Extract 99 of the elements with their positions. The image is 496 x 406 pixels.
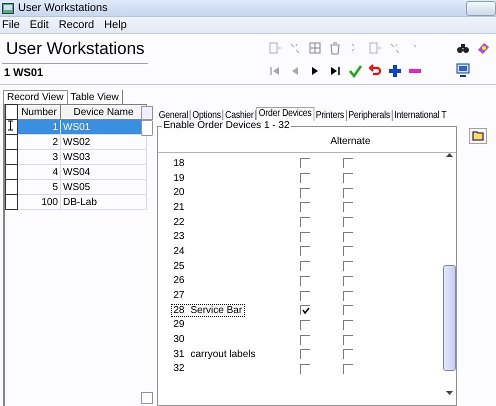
app-icon [2,2,14,14]
checkbox[interactable] [343,349,354,360]
checkbox[interactable] [343,173,354,184]
checkbox[interactable] [300,261,310,272]
scrollbar-thumb[interactable] [141,120,154,136]
trash-icon[interactable] [328,41,342,55]
device-label[interactable]: 19 [172,172,186,184]
checkbox[interactable] [300,290,310,301]
column-header[interactable]: Number [18,104,60,120]
checkbox[interactable] [300,246,310,256]
row-selector[interactable] [6,180,18,194]
page-icon[interactable] [368,41,382,55]
checkbox[interactable] [343,290,354,301]
device-label[interactable]: 29 [172,319,186,330]
checkbox[interactable] [343,232,354,242]
table-cell: WS05 [60,180,146,194]
scroll-down-icon[interactable] [446,391,454,395]
menu-item[interactable]: Edit [30,19,49,31]
group-title: Enable Order Devices 1 - 32 [162,120,291,131]
checkbox[interactable] [300,334,310,345]
checkbox[interactable] [300,320,310,330]
first-record-icon[interactable] [268,64,282,78]
table-cell: 5 [18,180,60,194]
device-label[interactable]: 23 [172,231,186,242]
checkbox[interactable] [343,158,354,168]
check-icon[interactable] [348,64,362,78]
header-corner-cell [6,104,18,120]
checkbox[interactable] [300,217,310,228]
minimize-button[interactable] [466,0,496,16]
checkbox[interactable] [343,217,354,228]
detail-tab[interactable]: International T [392,110,449,121]
device-label[interactable]: 18 [172,158,186,169]
undo-icon[interactable] [368,64,382,78]
table-cell: WS04 [60,164,146,180]
table-cell: 4 [18,164,60,180]
plus-icon[interactable] [388,64,402,78]
checkbox[interactable] [300,276,310,286]
table-cell: DB-Lab [60,194,146,210]
column-header[interactable]: Device Name [60,104,146,120]
table-cell: 3 [18,150,60,164]
detail-tab[interactable]: Peripherals [347,110,393,121]
table-cell: 1 [18,120,60,134]
monitor-icon[interactable] [456,63,470,77]
device-label[interactable]: 27 [172,290,186,302]
checkbox[interactable] [300,305,310,316]
view-tab[interactable]: Record View [3,90,68,104]
checkbox[interactable] [343,246,354,256]
row-selector[interactable] [6,164,18,180]
checkbox[interactable] [343,364,354,374]
row-selector[interactable] [6,120,18,134]
device-label[interactable]: 20 [172,187,186,198]
table-cell: WS03 [60,150,146,164]
binoculars-icon[interactable] [456,41,470,55]
device-label[interactable]: 30 [172,334,186,346]
menu-item[interactable]: Record [58,19,94,31]
device-label[interactable]: 22 [172,216,186,228]
checkbox[interactable] [343,305,354,316]
checkbox[interactable] [343,261,354,272]
device-label[interactable]: 21 [172,202,186,213]
checkbox[interactable] [300,173,310,184]
checkbox[interactable] [343,334,354,345]
detail-tab[interactable]: Printers [314,110,347,121]
row-selector[interactable] [6,134,18,150]
table-cell: 100 [18,194,60,210]
device-label[interactable]: 24 [172,246,186,257]
device-label[interactable]: 28 Service Bar [172,304,244,316]
page-title: User Workstations [6,39,146,60]
checkbox[interactable] [300,202,310,212]
scrollbar-thumb[interactable] [443,265,456,371]
checkbox[interactable] [343,320,354,330]
last-record-icon[interactable] [328,64,342,78]
text-cursor-icon [6,120,15,131]
table-cell: 2 [18,134,60,150]
menu-item[interactable]: Help [104,19,127,31]
checkbox[interactable] [343,188,354,198]
window-title: User Workstations [18,2,109,14]
open-folder-button[interactable] [469,128,488,144]
checkbox[interactable] [300,349,310,360]
checkbox[interactable] [300,232,310,242]
checkbox[interactable] [300,364,310,374]
device-label[interactable]: 25 [172,260,186,272]
scroll-up-icon[interactable] [446,153,454,157]
device-label[interactable]: 31 carryout labels [172,348,258,360]
scroll-down-button[interactable] [141,392,154,404]
checkbox[interactable] [343,276,354,286]
checkbox[interactable] [343,202,354,212]
record-field[interactable]: 1 WS01 [2,63,148,79]
row-selector[interactable] [6,150,18,164]
device-label[interactable]: 26 [172,275,186,286]
row-selector[interactable] [6,194,18,210]
column-header: Alternate [330,136,370,147]
folder-icon [472,131,485,141]
detail-tab[interactable]: Order Devices [256,107,314,121]
scroll-up-button[interactable] [141,106,154,120]
checkbox[interactable] [300,158,310,168]
menu-item[interactable]: File [2,19,20,31]
checkbox[interactable] [300,188,310,198]
page-icon[interactable] [268,41,282,55]
device-label[interactable]: 32 [172,363,186,374]
